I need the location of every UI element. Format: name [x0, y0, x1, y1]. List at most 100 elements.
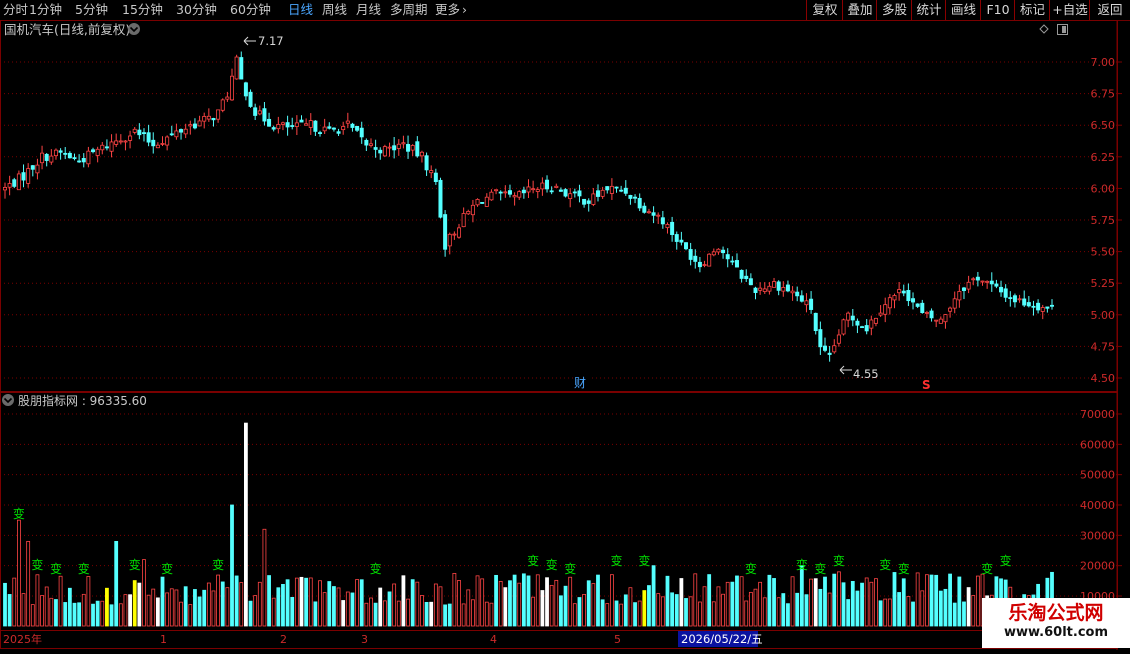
- volume-bar: [364, 602, 369, 627]
- price-axis-label: 6.50: [1091, 119, 1116, 132]
- volume-bar: [568, 576, 573, 627]
- candle-body: [605, 186, 610, 191]
- period-tab-60min[interactable]: 60分钟: [230, 1, 271, 19]
- period-tab-monthly[interactable]: 月线: [356, 1, 381, 19]
- volume-bar: [786, 603, 790, 627]
- candle-body: [873, 317, 878, 324]
- candle-body: [568, 193, 573, 200]
- back-button[interactable]: 返回: [1089, 0, 1130, 20]
- volume-bar: [230, 504, 234, 627]
- volume-bar: [799, 565, 804, 627]
- volume-bar: [72, 602, 77, 627]
- mark-button[interactable]: 标记: [1014, 0, 1050, 20]
- volume-bar: [299, 576, 304, 627]
- period-tab-weekly[interactable]: 周线: [322, 1, 347, 19]
- f10-button[interactable]: F10: [980, 0, 1015, 20]
- candle-body: [554, 185, 559, 188]
- volume-bar: [804, 594, 809, 627]
- candle-body: [642, 205, 647, 213]
- volume-axis-label: 30000: [1080, 529, 1115, 542]
- chart-area[interactable]: 7.00 6.75 6.50 6.25 6.00 5.75 5.50 5.25 5.00 4.75…: [0, 20, 1130, 650]
- draw-line-button[interactable]: 画线: [945, 0, 981, 20]
- period-tab-multi[interactable]: 多周期: [390, 1, 428, 19]
- chevron-down-icon[interactable]: [128, 23, 140, 35]
- panel-toggle-icon[interactable]: [1057, 24, 1068, 35]
- fuquan-button[interactable]: 复权: [806, 0, 843, 20]
- candle-body: [883, 304, 888, 315]
- candle-body: [855, 320, 860, 326]
- period-tab-30min[interactable]: 30分钟: [176, 1, 217, 19]
- volume-bar: [716, 586, 721, 627]
- volume-bar: [457, 580, 461, 627]
- volume-bar: [105, 587, 109, 627]
- volume-bar: [670, 592, 675, 627]
- chevron-down-icon[interactable]: [2, 394, 14, 406]
- diamond-icon[interactable]: [1039, 24, 1049, 34]
- candle-body: [1045, 306, 1050, 309]
- candle-body: [911, 298, 916, 303]
- candle-body: [419, 151, 424, 157]
- candle-body: [679, 239, 684, 243]
- volume-bar: [966, 587, 971, 627]
- sell-signal-marker[interactable]: S: [922, 378, 931, 392]
- more-label: 更多: [435, 2, 461, 17]
- period-tab-more[interactable]: 更多 ›: [435, 1, 467, 19]
- add-watchlist-button[interactable]: +自选: [1049, 0, 1090, 20]
- candle-body: [762, 288, 767, 292]
- volume-bar: [114, 541, 119, 627]
- volume-bar: [517, 582, 522, 627]
- volume-bar: [438, 586, 443, 627]
- candle-body: [137, 129, 142, 136]
- candle-body: [721, 249, 726, 254]
- statistics-button[interactable]: 统计: [911, 0, 946, 20]
- volume-bar: [253, 595, 258, 627]
- volume-bar: [693, 573, 698, 627]
- period-tab-fenshi[interactable]: 分时: [3, 1, 28, 19]
- volume-bar: [118, 603, 123, 627]
- candle-body: [841, 319, 846, 335]
- period-tab-5min[interactable]: 5分钟: [75, 1, 108, 19]
- candle-body: [753, 287, 758, 293]
- candle-body: [767, 285, 772, 292]
- candle-body: [132, 128, 137, 133]
- volume-bar: [396, 600, 401, 627]
- candle-body: [276, 124, 281, 130]
- volume-bar: [151, 588, 156, 627]
- candle-body: [781, 287, 786, 292]
- candle-body: [257, 110, 262, 115]
- candle-body: [350, 123, 355, 128]
- volume-bar: [869, 581, 874, 627]
- volume-bar: [730, 581, 735, 627]
- candle-body: [457, 227, 462, 238]
- volume-bar: [30, 604, 35, 627]
- candle-body: [684, 242, 689, 250]
- candle-body: [725, 254, 730, 260]
- period-tab-15min[interactable]: 15分钟: [122, 1, 163, 19]
- candle-body: [1050, 304, 1055, 307]
- volume-bar: [850, 581, 855, 627]
- candle-body: [7, 183, 12, 188]
- volume-axis-label: 60000: [1080, 438, 1115, 451]
- volume-bar: [915, 572, 920, 627]
- candle-body: [183, 128, 188, 135]
- overlay-button[interactable]: 叠加: [842, 0, 877, 20]
- multi-stock-button[interactable]: 多股: [876, 0, 912, 20]
- change-marker: 变: [527, 553, 539, 568]
- volume-bar: [531, 596, 536, 627]
- finance-event-marker[interactable]: 财: [574, 376, 586, 390]
- candle-body: [216, 109, 221, 120]
- candle-body: [609, 185, 614, 194]
- volume-bar: [341, 600, 346, 627]
- volume-bar: [392, 583, 397, 627]
- candle-body: [572, 191, 577, 194]
- period-tab-1min[interactable]: 1分钟: [29, 1, 62, 19]
- volume-bar: [582, 594, 586, 627]
- candle-body: [327, 126, 332, 129]
- volume-indicator-title: 股朋指标网 : 96335.60: [18, 393, 147, 408]
- candle-body: [248, 91, 253, 107]
- volume-bar: [239, 582, 244, 627]
- period-tab-daily[interactable]: 日线: [288, 1, 313, 19]
- volume-bar: [596, 574, 600, 627]
- volume-bar: [735, 575, 739, 627]
- candle-body: [378, 149, 383, 154]
